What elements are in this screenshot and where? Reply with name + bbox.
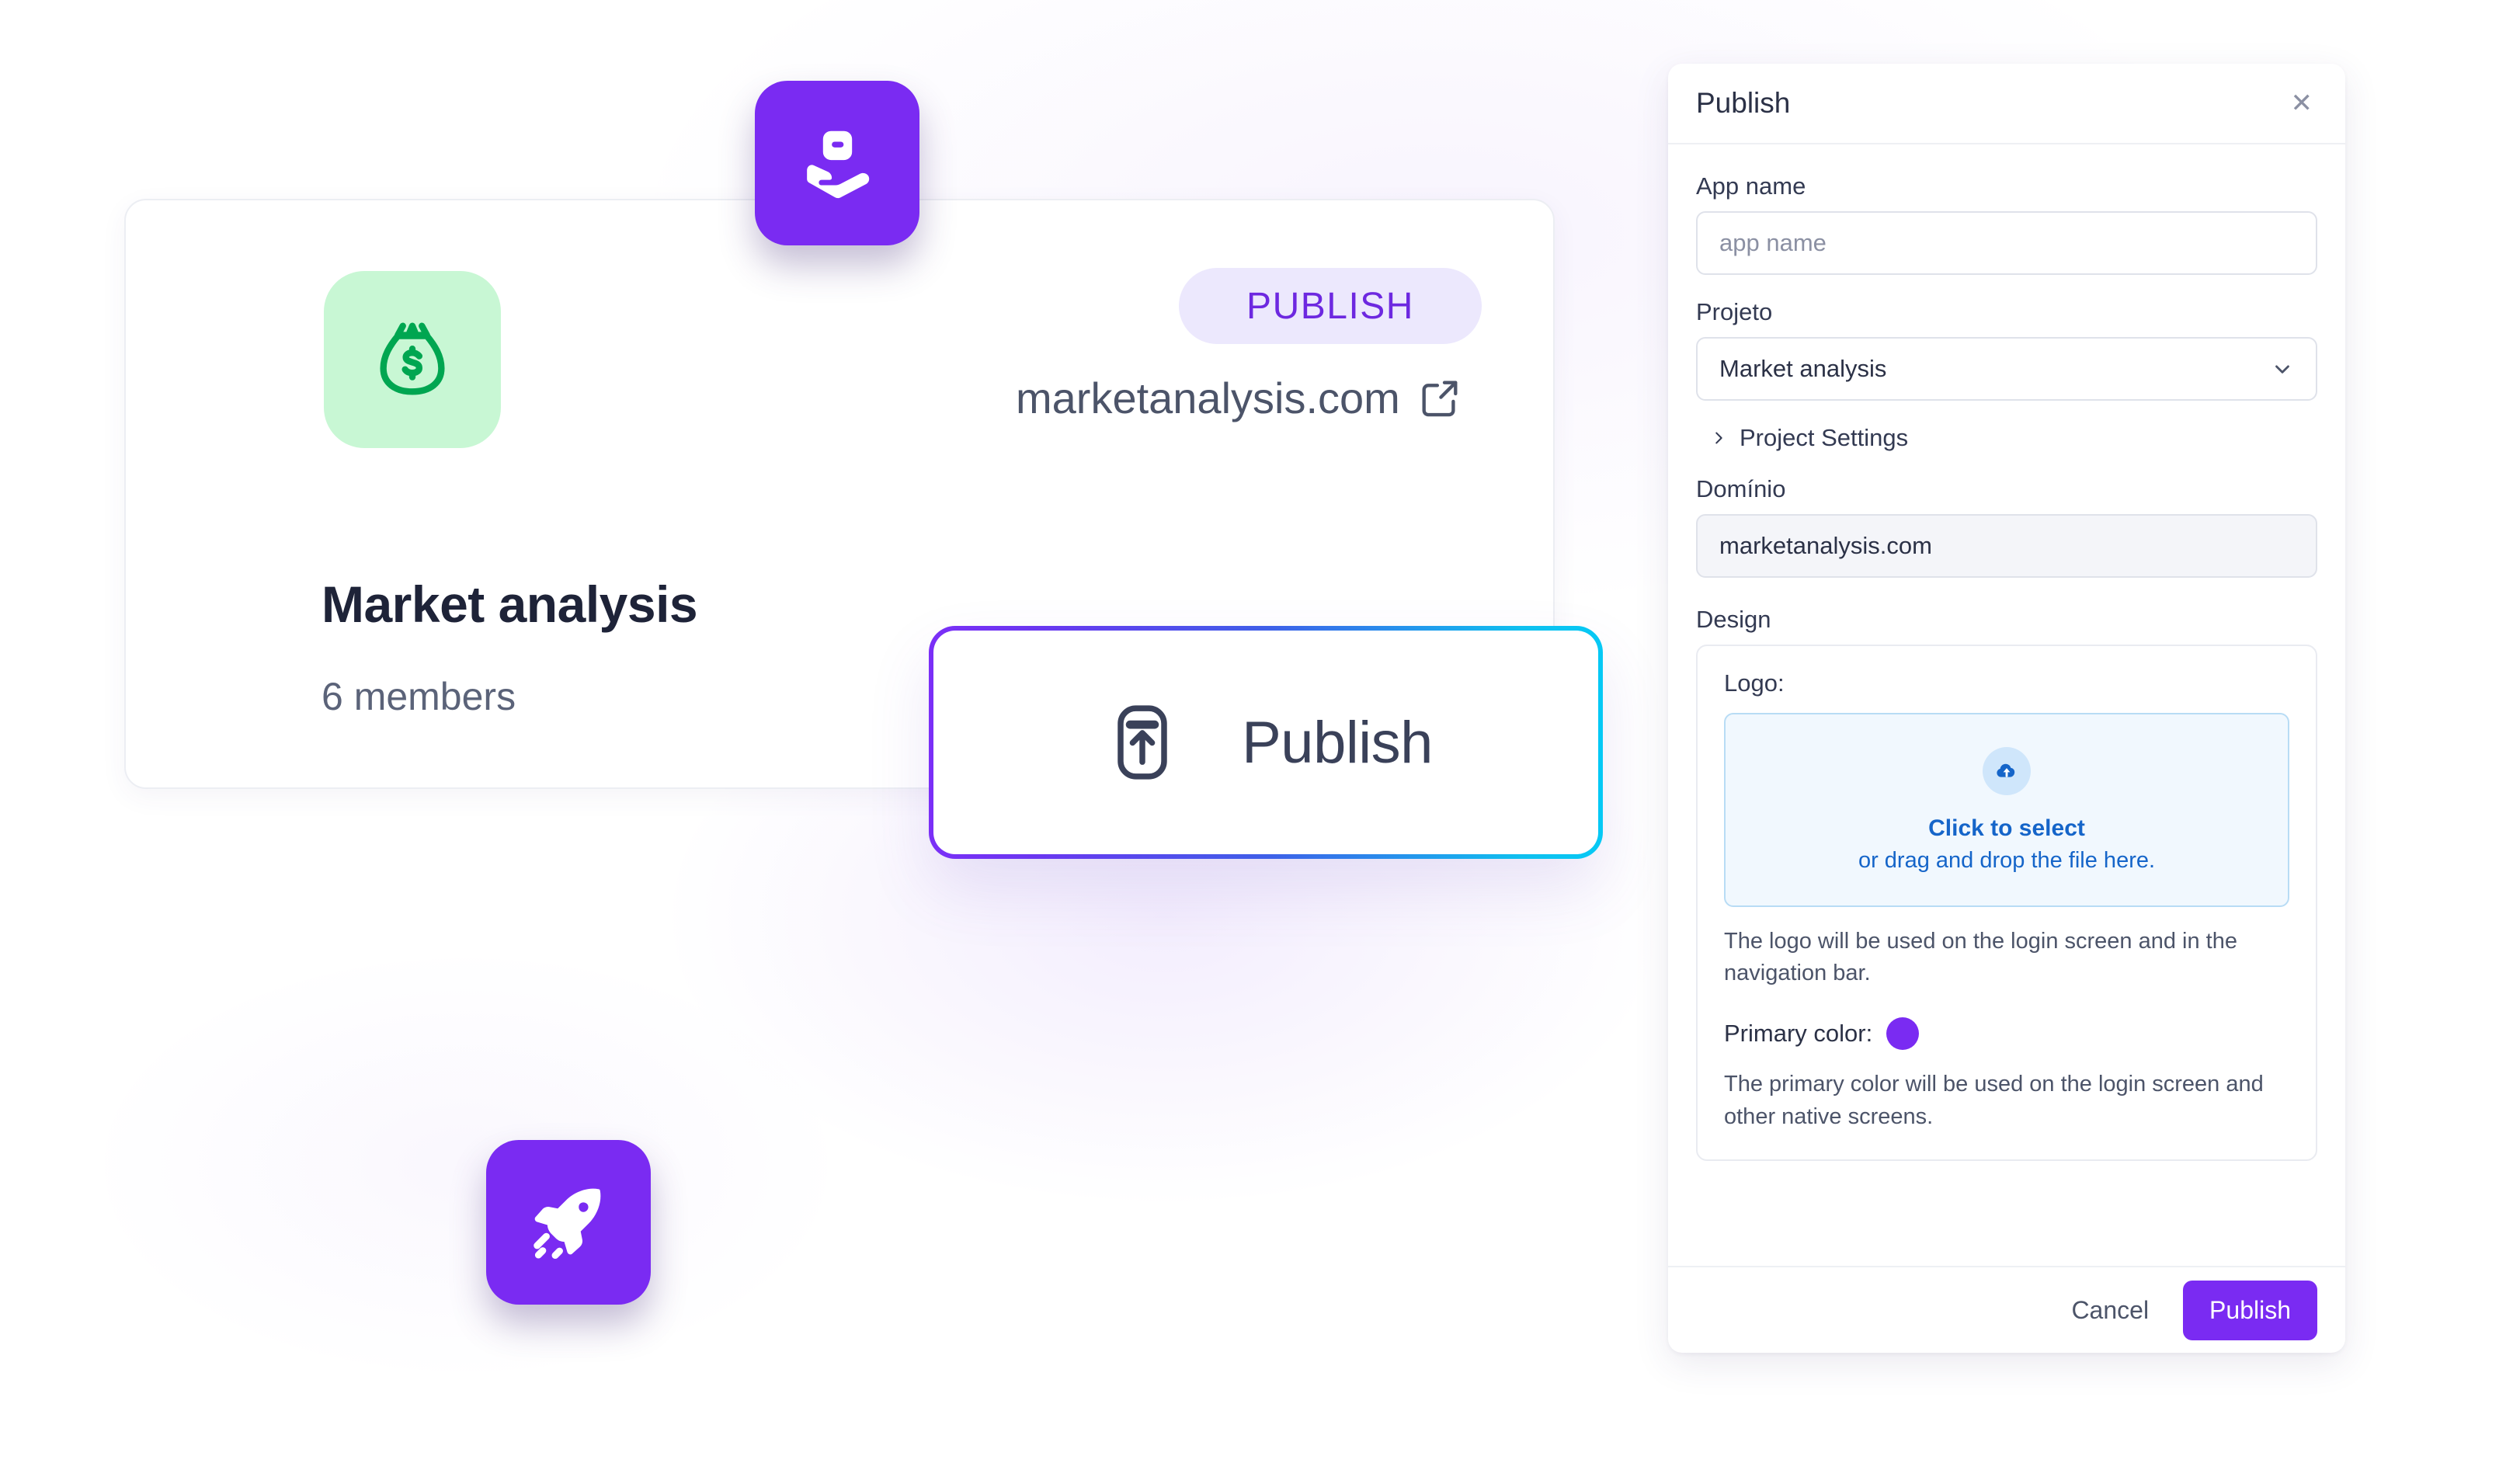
rocket-tile[interactable] bbox=[486, 1140, 651, 1305]
rocket-icon bbox=[523, 1176, 614, 1268]
design-label: Design bbox=[1696, 606, 1771, 633]
logo-dropzone[interactable]: Click to select or drag and drop the fil… bbox=[1724, 713, 2289, 907]
panel-footer: Cancel Publish bbox=[1668, 1266, 2345, 1353]
chevron-right-icon bbox=[1710, 429, 1727, 447]
panel-header: Publish ✕ bbox=[1668, 64, 2345, 144]
dominio-label: Domínio bbox=[1696, 475, 1786, 502]
chevron-down-icon bbox=[2271, 357, 2294, 381]
primary-color-label: Primary color: bbox=[1724, 1020, 1873, 1048]
project-icon-tile bbox=[324, 271, 501, 448]
projeto-label: Projeto bbox=[1696, 298, 1773, 325]
status-badge[interactable]: PUBLISH bbox=[1179, 268, 1482, 344]
design-section: Logo: Click to select or drag and drop t… bbox=[1696, 645, 2317, 1161]
big-publish-button[interactable]: Publish bbox=[929, 626, 1603, 859]
big-publish-label: Publish bbox=[1242, 709, 1433, 776]
status-badge-label: PUBLISH bbox=[1246, 285, 1414, 327]
primary-color-row: Primary color: bbox=[1724, 1017, 2289, 1051]
dropzone-cloud-upload-icon bbox=[1983, 746, 2031, 795]
screen-root: PUBLISH marketanalysis.com Market analys… bbox=[0, 0, 2513, 1484]
dominio-value: marketanalysis.com bbox=[1719, 532, 1932, 559]
dropzone-primary-text: Click to select bbox=[1928, 815, 2085, 841]
hand-holding-package-tile[interactable] bbox=[755, 81, 919, 245]
project-settings-toggle[interactable]: Project Settings bbox=[1710, 424, 2317, 452]
app-name-input[interactable]: app name bbox=[1696, 211, 2317, 275]
app-name-placeholder: app name bbox=[1719, 229, 1827, 256]
panel-body: App name app name Projeto Market analysi… bbox=[1668, 144, 2345, 1266]
site-url-text: marketanalysis.com bbox=[1016, 374, 1400, 422]
projeto-selected-value: Market analysis bbox=[1719, 355, 1887, 382]
page-title: Market analysis bbox=[322, 575, 698, 633]
app-name-label: App name bbox=[1696, 172, 1806, 200]
upload-box-icon bbox=[1099, 699, 1186, 786]
logo-help-text: The logo will be used on the login scree… bbox=[1724, 929, 2237, 986]
logo-label: Logo: bbox=[1724, 669, 1785, 697]
primary-color-swatch[interactable] bbox=[1886, 1017, 1920, 1051]
money-bag-icon bbox=[367, 314, 458, 405]
primary-color-help-text: The primary color will be used on the lo… bbox=[1724, 1072, 2264, 1129]
publish-panel: Publish ✕ App name app name Projeto Mark… bbox=[1668, 64, 2345, 1353]
dominio-input[interactable]: marketanalysis.com bbox=[1696, 514, 2317, 578]
publish-button[interactable]: Publish bbox=[2183, 1280, 2317, 1340]
cancel-button[interactable]: Cancel bbox=[2063, 1287, 2157, 1334]
project-members-count: 6 members bbox=[322, 675, 516, 718]
hand-holding-package-icon bbox=[791, 117, 883, 209]
projeto-select[interactable]: Market analysis bbox=[1696, 337, 2317, 401]
dropzone-secondary-text: or drag and drop the file here. bbox=[1858, 847, 2156, 873]
external-link-icon[interactable] bbox=[1417, 376, 1462, 421]
site-url-link[interactable]: marketanalysis.com bbox=[1016, 373, 1462, 423]
close-icon[interactable]: ✕ bbox=[2286, 85, 2318, 121]
project-settings-label: Project Settings bbox=[1740, 424, 1909, 451]
panel-title: Publish bbox=[1696, 87, 1791, 119]
